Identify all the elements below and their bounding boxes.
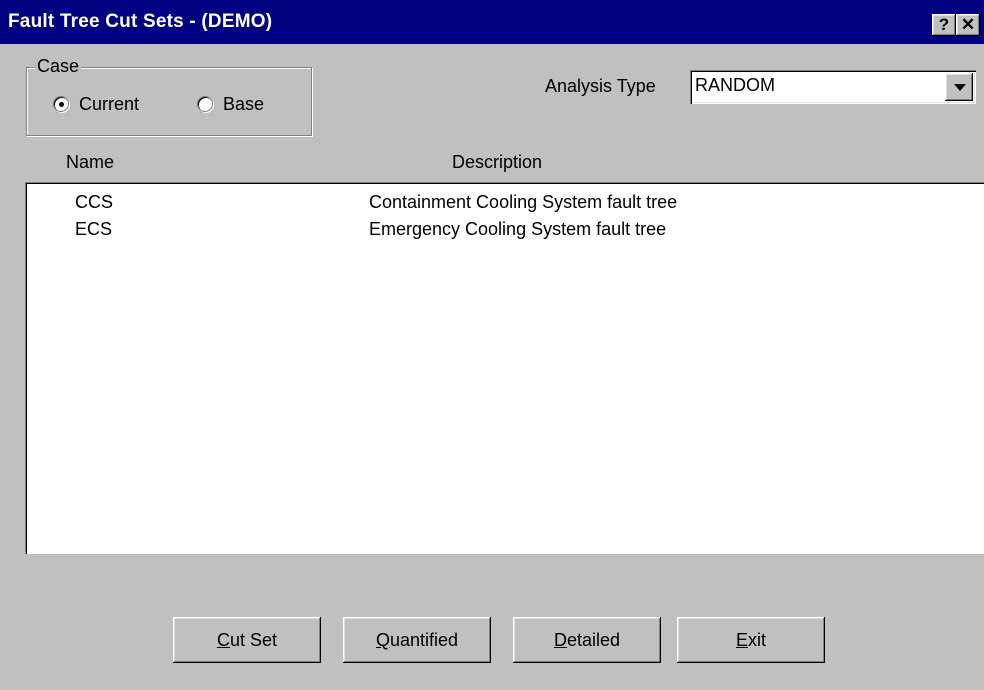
radio-current-label: Current	[79, 93, 140, 114]
analysis-type-select[interactable]: RANDOM	[690, 70, 976, 104]
quantified-button[interactable]: Quantified	[343, 617, 491, 663]
radio-base[interactable]: Base	[197, 93, 264, 115]
list-item[interactable]: CCS Containment Cooling System fault tre…	[25, 192, 984, 218]
help-icon: ?	[938, 15, 950, 34]
radio-base-label: Base	[223, 93, 265, 114]
chevron-down-icon	[954, 84, 966, 91]
window-title: Fault Tree Cut Sets - (DEMO)	[8, 11, 273, 32]
radio-selected-icon	[53, 96, 69, 112]
analysis-type-label: Analysis Type	[545, 76, 656, 96]
column-header-name[interactable]: Name	[66, 152, 114, 173]
cut-set-button[interactable]: Cut Set	[173, 617, 321, 663]
fault-tree-list[interactable]: CCS Containment Cooling System fault tre…	[25, 182, 984, 554]
detailed-button[interactable]: Detailed	[513, 617, 661, 663]
list-item-name: CCS	[75, 192, 114, 212]
radio-current[interactable]: Current	[53, 93, 139, 115]
case-groupbox: Case Current Base	[26, 56, 312, 136]
exit-button[interactable]: Exit	[677, 617, 825, 663]
dropdown-button[interactable]	[945, 73, 973, 101]
list-item-description: Containment Cooling System fault tree	[369, 192, 678, 212]
list-item-name: ECS	[75, 219, 113, 239]
close-icon: ✕	[960, 15, 976, 34]
radio-unselected-icon	[197, 96, 213, 112]
column-header-description[interactable]: Description	[452, 152, 542, 173]
help-button[interactable]: ?	[932, 14, 956, 36]
case-legend: Case	[35, 56, 82, 77]
title-bar: Fault Tree Cut Sets - (DEMO) ? ✕	[0, 0, 984, 44]
list-item-description: Emergency Cooling System fault tree	[369, 219, 667, 239]
close-button[interactable]: ✕	[956, 14, 980, 36]
analysis-type-value: RANDOM	[695, 75, 775, 95]
list-item[interactable]: ECS Emergency Cooling System fault tree	[25, 219, 984, 245]
